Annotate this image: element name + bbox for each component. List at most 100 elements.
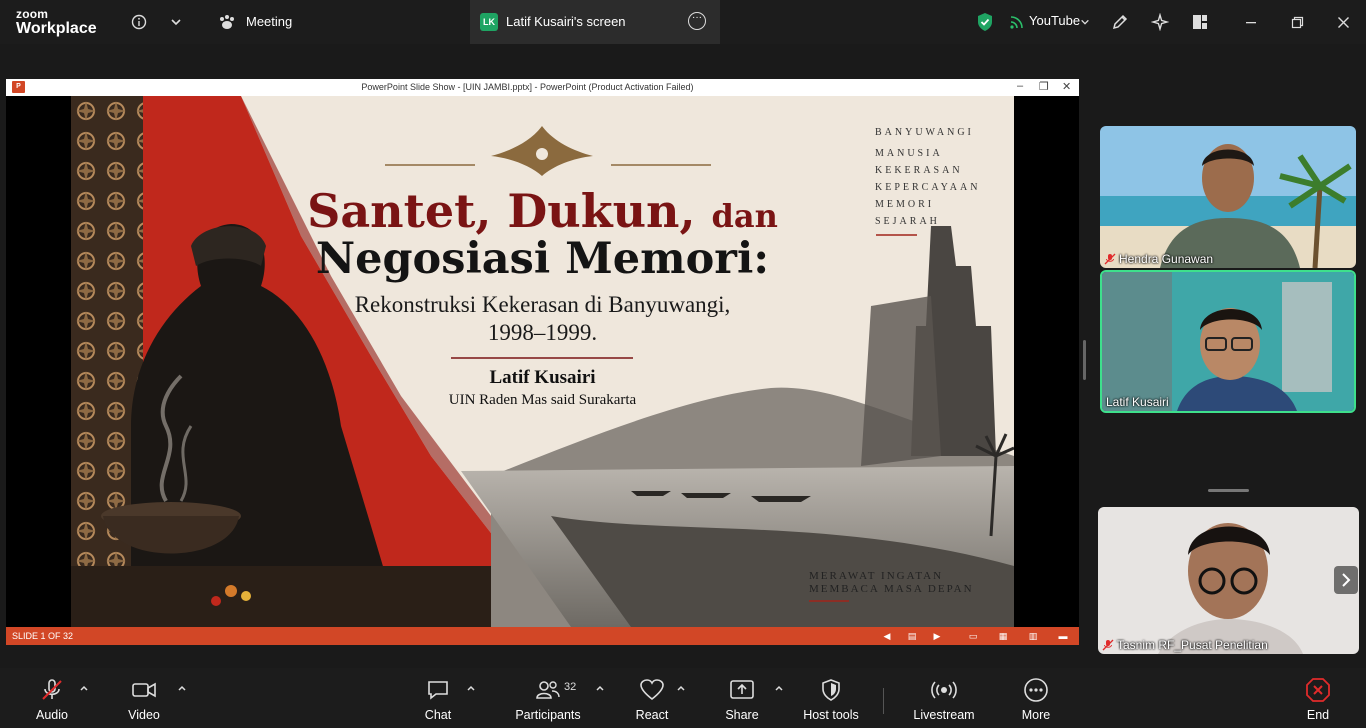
meeting-info-icon[interactable]	[128, 11, 150, 33]
slide-sorter-icon[interactable]: ▦	[997, 630, 1009, 642]
slide-institution: UIN Raden Mas said Surakarta	[448, 392, 637, 408]
participant-name: Tasnim RF_Pusat Penelitian	[1102, 638, 1268, 652]
livestream-label: Livestream	[913, 708, 975, 722]
more-label: More	[1021, 708, 1051, 722]
ai-companion-sparkle-icon[interactable]	[1149, 11, 1171, 33]
tab-shared-screen[interactable]: LK Latif Kusairi's screen ···	[470, 0, 720, 44]
slide-keyword: KEKERASAN	[875, 165, 963, 176]
restore-window-icon[interactable]	[1286, 11, 1308, 33]
slide-keyword: MANUSIA	[875, 148, 943, 159]
pp-minimize-icon[interactable]: –	[1017, 80, 1023, 92]
slide-list-icon[interactable]: ▤	[906, 630, 918, 642]
share-options-caret-icon[interactable]	[773, 682, 785, 694]
next-page-button[interactable]	[1334, 566, 1358, 594]
shared-screen-view: P PowerPoint Slide Show - [UIN JAMBI.ppt…	[6, 79, 1079, 645]
react-button[interactable]: React	[632, 678, 672, 722]
sharer-avatar: LK	[480, 13, 498, 31]
slide-title-dan: dan	[711, 197, 778, 235]
livestream-broadcast-icon	[930, 678, 958, 702]
youtube-stream-label[interactable]: YouTube	[1029, 13, 1080, 28]
participants-icon	[535, 678, 561, 702]
shield-icon	[820, 678, 842, 702]
livestream-button[interactable]: Livestream	[912, 678, 976, 722]
chevron-right-icon	[1342, 573, 1351, 587]
slide-subtitle-line-1: Rekonstruksi Kekerasan di Banyuwangi,	[354, 292, 731, 317]
heart-icon	[639, 678, 665, 702]
more-options-icon[interactable]: ···	[688, 12, 706, 30]
normal-view-icon[interactable]: ▭	[967, 630, 979, 642]
close-window-icon[interactable]	[1332, 11, 1354, 33]
muted-mic-icon	[1102, 639, 1114, 651]
slide-footer-line-1: MERAWAT INGATAN	[809, 570, 944, 582]
share-label: Share	[725, 708, 759, 722]
chevron-down-icon[interactable]	[165, 11, 187, 33]
video-tile-latif[interactable]: Latif Kusairi	[1100, 270, 1356, 413]
security-shield-icon[interactable]	[974, 11, 996, 33]
video-tile-hendra[interactable]: Hendra Gunawan	[1100, 126, 1356, 268]
video-button[interactable]: Video	[124, 678, 164, 722]
zoom-logo: zoom Workplace	[16, 8, 97, 37]
video-camera-icon	[131, 678, 157, 702]
chat-button[interactable]: Chat	[418, 678, 458, 722]
powerpoint-window-title: PowerPoint Slide Show - [UIN JAMBI.pptx]…	[361, 82, 694, 92]
audio-options-caret-icon[interactable]	[78, 682, 90, 694]
participant-name-label: Tasnim RF_Pusat Penelitian	[1117, 638, 1268, 652]
chat-options-caret-icon[interactable]	[465, 682, 477, 694]
chat-label: Chat	[424, 708, 452, 722]
livestream-signal-icon	[1006, 11, 1028, 33]
host-tools-button[interactable]: Host tools	[802, 678, 860, 722]
video-feed-tasnim	[1098, 507, 1359, 654]
slide-title-line-2: Negosiasi Memori:	[315, 234, 770, 284]
more-button[interactable]: More	[1016, 678, 1056, 722]
audio-button[interactable]: Audio	[32, 678, 72, 722]
slide-keyword: MEMORI	[875, 199, 935, 210]
brand-line-1: zoom	[16, 7, 49, 21]
react-label: React	[635, 708, 669, 722]
chat-bubble-icon	[426, 678, 450, 702]
video-tile-tasnim[interactable]: Tasnim RF_Pusat Penelitian	[1098, 507, 1359, 654]
slide-keyword: SEJARAH	[875, 216, 940, 227]
annotate-pen-icon[interactable]	[1109, 11, 1131, 33]
previous-slide-icon[interactable]: ◀	[881, 630, 893, 642]
share-screen-icon	[729, 678, 755, 702]
youtube-chevron-icon[interactable]	[1074, 11, 1096, 33]
meeting-toolbar: Audio Video Chat Participants 32 React S…	[0, 668, 1366, 728]
next-slide-icon[interactable]: ▶	[931, 630, 943, 642]
slide-artwork	[71, 96, 1014, 627]
host-tools-label: Host tools	[803, 708, 859, 722]
shared-screen-label: Latif Kusairi's screen	[506, 14, 626, 29]
react-options-caret-icon[interactable]	[675, 682, 687, 694]
participant-name-label: Latif Kusairi	[1106, 395, 1169, 409]
gallery-drag-handle[interactable]	[1208, 489, 1249, 492]
more-dots-icon	[1023, 678, 1049, 702]
slide-counter: SLIDE 1 OF 32	[12, 631, 74, 641]
minimize-icon[interactable]	[1240, 11, 1262, 33]
end-label: End	[1306, 708, 1330, 722]
meeting-tab-label[interactable]: Meeting	[246, 14, 292, 29]
slide-title-line-1: Santet, Dukun, dan	[71, 184, 1014, 238]
toolbar-divider	[883, 688, 884, 714]
participant-name-label: Hendra Gunawan	[1119, 252, 1214, 266]
pp-restore-icon[interactable]: ❐	[1039, 80, 1049, 93]
participants-label: Participants	[515, 708, 581, 722]
slide-title-part-1: Santet, Dukun,	[307, 184, 696, 238]
pp-close-icon[interactable]: ✕	[1062, 80, 1071, 93]
end-call-icon	[1305, 678, 1331, 702]
video-options-caret-icon[interactable]	[176, 682, 188, 694]
panel-resize-handle[interactable]	[1083, 340, 1086, 380]
presenter-view-icon[interactable]: ▬	[1057, 630, 1069, 642]
participants-count: 32	[564, 681, 577, 693]
video-feed-latif	[1102, 272, 1354, 411]
share-button[interactable]: Share	[722, 678, 762, 722]
slide-keyword: KEPERCAYAAN	[875, 182, 981, 193]
meeting-paw-icon	[216, 11, 238, 33]
participant-name: Hendra Gunawan	[1104, 252, 1213, 266]
muted-mic-icon	[1104, 253, 1116, 265]
reading-view-icon[interactable]: ▥	[1027, 630, 1039, 642]
audio-label: Audio	[36, 708, 68, 722]
participants-options-caret-icon[interactable]	[594, 682, 606, 694]
slideshow-status-bar: SLIDE 1 OF 32 ◀ ▤ ▶ ▭ ▦ ▥ ▬	[6, 627, 1079, 645]
end-meeting-button[interactable]: End	[1298, 678, 1338, 722]
view-layout-icon[interactable]	[1189, 11, 1211, 33]
slide-footer-line-2: MEMBACA MASA DEPAN	[809, 583, 974, 595]
